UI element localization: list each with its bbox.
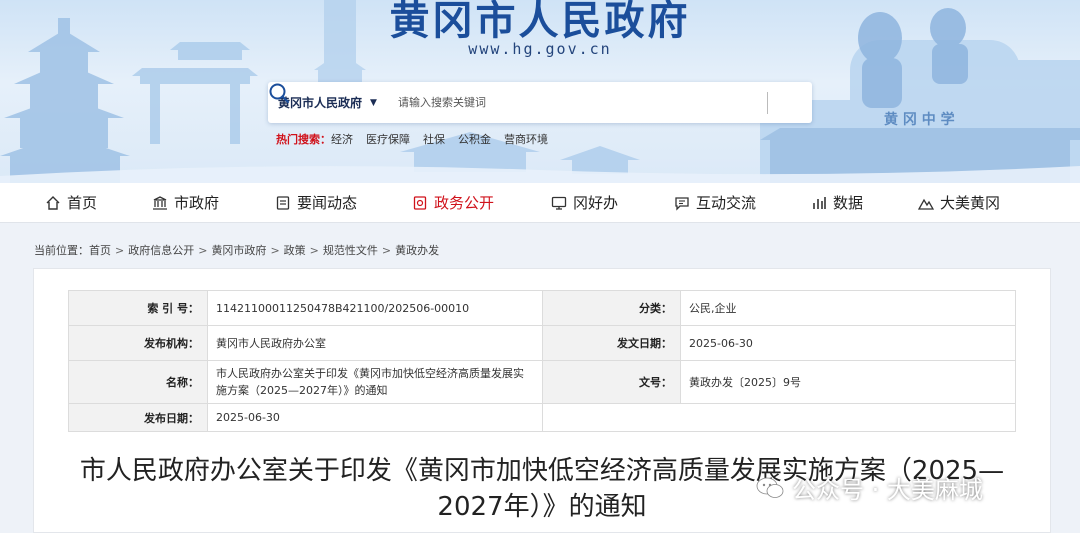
issue-date-label: 发文日期： — [542, 325, 681, 361]
table-row: 发布机构： 黄冈市人民政府办公室 发文日期： 2025-06-30 — [68, 325, 1016, 361]
index-label: 索 引 号： — [68, 290, 208, 326]
breadcrumb-prefix: 当前位置： — [34, 244, 89, 257]
nav-item-data[interactable]: 数据 — [811, 183, 863, 222]
government-affairs-icon — [413, 195, 427, 210]
main-nav: 首页 市政府 要闻动态 政务公开 冈好办 互动交流 数据 大美黄冈 — [0, 183, 1080, 223]
issue-date-value: 2025-06-30 — [680, 325, 1016, 361]
nav-item-label: 大美黄冈 — [940, 194, 1001, 212]
breadcrumb-item[interactable]: 黄政办发 — [395, 244, 439, 257]
search-icon — [269, 83, 290, 104]
hot-search-item[interactable]: 医疗保障 — [366, 131, 410, 147]
breadcrumb-item[interactable]: 黄冈市政府 — [211, 244, 266, 257]
data-icon — [813, 196, 826, 209]
nav-item-label: 数据 — [833, 194, 864, 212]
search-input[interactable] — [396, 86, 767, 119]
empty-cell — [542, 403, 1016, 432]
nav-item-label: 要闻动态 — [297, 194, 358, 212]
publish-date-value: 2025-06-30 — [207, 403, 543, 432]
document-meta-table: 索 引 号： 11421100011250478B421100/202506-0… — [68, 290, 1016, 432]
news-icon — [276, 195, 290, 210]
publish-date-label: 发布日期： — [68, 403, 208, 432]
nav-item-news[interactable]: 要闻动态 — [275, 183, 357, 222]
breadcrumb-separator: > — [270, 244, 280, 257]
hot-search: 热门搜索： 经济 医疗保障 社保 公积金 营商环境 — [276, 131, 561, 147]
table-row: 名称： 市人民政府办公室关于印发《黄冈市加快低空经济高质量发展实施方案（2025… — [68, 360, 1016, 404]
nav-item-label: 互动交流 — [696, 194, 757, 212]
table-row: 索 引 号： 11421100011250478B421100/202506-0… — [68, 290, 1016, 326]
breadcrumb-separator: > — [198, 244, 208, 257]
breadcrumb-separator: > — [115, 244, 125, 257]
message-icon — [675, 196, 689, 211]
breadcrumb-separator: > — [309, 244, 319, 257]
watermark: 公众号 · 大美麻城 — [756, 470, 983, 505]
breadcrumb: 当前位置：首页 > 政府信息公开 > 黄冈市政府 > 政策 > 规范性文件 > 黄政办发 — [34, 242, 439, 258]
home-icon — [46, 195, 60, 210]
name-label: 名称： — [68, 360, 208, 404]
watermark-text: 公众号 · 大美麻城 — [792, 476, 983, 504]
breadcrumb-item[interactable]: 首页 — [89, 244, 111, 257]
scenery-text: 黄 冈 中 学 — [884, 111, 955, 128]
scenery-icon — [918, 198, 934, 210]
nav-item-home[interactable]: 首页 — [45, 183, 97, 222]
breadcrumb-separator: > — [381, 244, 392, 257]
name-value: 市人民政府办公室关于印发《黄冈市加快低空经济高质量发展实施方案（2025—202… — [207, 360, 543, 404]
table-row: 发布日期： 2025-06-30 — [68, 403, 1016, 432]
nav-item-scenery[interactable]: 大美黄冈 — [918, 183, 1000, 222]
category-label: 分类： — [542, 290, 681, 326]
nav-item-label: 政务公开 — [434, 194, 495, 212]
nav-item-label: 冈好办 — [573, 194, 619, 212]
nav-item-government-affairs[interactable]: 政务公开 — [412, 183, 494, 222]
index-value: 11421100011250478B421100/202506-00010 — [207, 290, 543, 326]
breadcrumb-item[interactable]: 规范性文件 — [323, 244, 378, 257]
government-building-icon — [153, 195, 167, 210]
search-scope-label: 黄冈市人民政府 — [278, 96, 363, 110]
nav-item-label: 市政府 — [174, 194, 220, 212]
hot-search-item[interactable]: 社保 — [423, 131, 445, 147]
issuer-label: 发布机构： — [68, 325, 208, 361]
breadcrumb-item[interactable]: 政府信息公开 — [128, 244, 194, 257]
issuer-value: 黄冈市人民政府办公室 — [207, 325, 543, 361]
search-box: 黄冈市人民政府 ▼ — [268, 82, 812, 123]
wechat-icon — [756, 477, 784, 498]
doc-number-label: 文号： — [542, 360, 681, 404]
header-banner: 黄 冈 中 学 黄冈市人民政府 www.hg.gov.cn 黄冈市人民政府 ▼ … — [0, 0, 1080, 183]
caret-down-icon: ▼ — [370, 97, 377, 108]
nav-item-label: 首页 — [67, 194, 98, 212]
hot-search-item[interactable]: 经济 — [331, 131, 353, 147]
hot-search-item[interactable]: 营商环境 — [504, 131, 548, 147]
site-url: www.hg.gov.cn — [468, 40, 612, 58]
nav-item-city-government[interactable]: 市政府 — [152, 183, 219, 222]
breadcrumb-item[interactable]: 政策 — [284, 244, 306, 257]
doc-number-value: 黄政办发〔2025〕9号 — [680, 360, 1016, 404]
nav-item-interaction[interactable]: 互动交流 — [674, 183, 756, 222]
hot-search-item[interactable]: 公积金 — [458, 131, 491, 147]
hot-search-label: 热门搜索： — [276, 133, 331, 146]
search-button[interactable] — [269, 82, 812, 123]
category-value: 公民,企业 — [680, 290, 1016, 326]
monitor-icon — [551, 196, 567, 210]
nav-item-service[interactable]: 冈好办 — [551, 183, 618, 222]
